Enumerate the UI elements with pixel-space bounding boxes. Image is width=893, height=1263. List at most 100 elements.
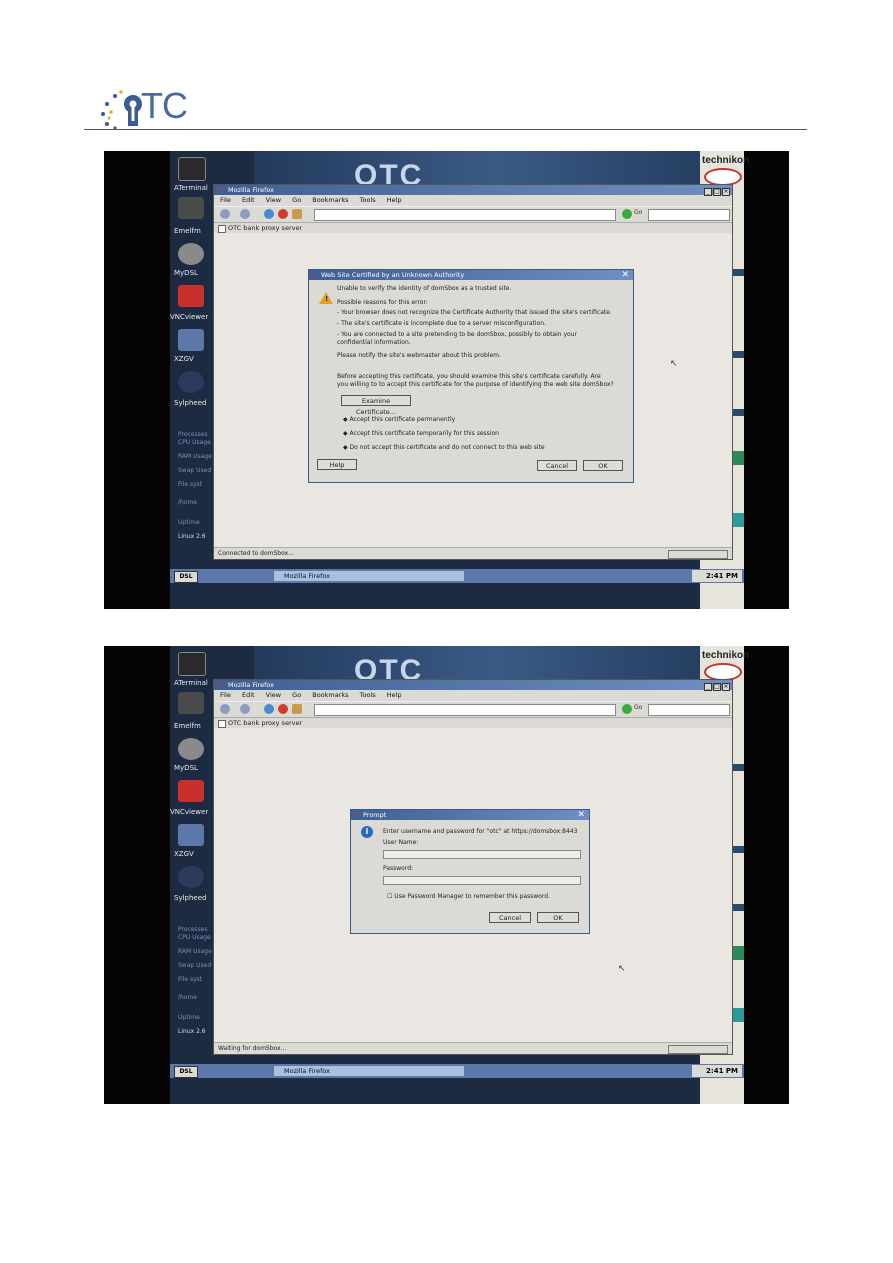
menu-bookmarks[interactable]: Bookmarks [312,196,348,204]
vnc-icon[interactable] [178,780,204,802]
window-title-bar[interactable]: ✕ Mozilla Firefox _ □ × [214,185,732,196]
progress-bar [668,550,728,559]
status-bar: Connected to domSbox... [214,547,732,559]
status-bar: Waiting for domSbox... [214,1042,732,1054]
back-icon[interactable] [220,704,230,714]
firefox-icon: ✕ [354,811,360,819]
menu-go[interactable]: Go [292,691,301,699]
menu-tools[interactable]: Tools [360,196,376,204]
dialog-text: - You are connected to a site pretending… [337,331,577,338]
menu-view[interactable]: View [266,196,281,204]
mail-client-icon[interactable] [178,866,204,888]
home-icon[interactable] [292,704,302,714]
menu-tools[interactable]: Tools [360,691,376,699]
vnc-icon[interactable] [178,285,204,307]
forward-icon[interactable] [240,704,250,714]
dialog-close-icon[interactable]: ✕ [621,270,629,280]
cancel-button[interactable]: Cancel [537,460,577,471]
dialog-text: you willing to to accept this certificat… [337,381,614,388]
desktop-icon-label: ATerminal [174,184,208,192]
desktop-icon-label: XZGV [174,355,194,363]
menu-help[interactable]: Help [387,691,402,699]
monitor-line: Processes [178,431,208,438]
tab-otc-bank-proxy[interactable]: OTC bank proxy server [214,718,732,728]
image-viewer-icon[interactable] [178,329,204,351]
radio-accept-session[interactable]: ◆ Accept this certificate temporarily fo… [343,430,499,437]
menu-edit[interactable]: Edit [242,196,255,204]
reload-icon[interactable] [264,704,274,714]
taskbar-clock: 2:41 PM [692,1065,742,1077]
menu-go[interactable]: Go [292,196,301,204]
navigation-toolbar: Go [214,206,732,223]
dialog-title-bar[interactable]: ✕ Web Site Certified by an Unknown Autho… [309,270,633,280]
prompt-message: Enter username and password for "otc" at… [383,828,578,835]
dialog-text: Before accepting this certificate, you s… [337,373,601,380]
progress-bar [668,1045,728,1054]
menu-file[interactable]: File [220,196,231,204]
gears-icon[interactable] [178,243,204,265]
dsl-start-button[interactable]: DSL [174,571,198,583]
right-panel-brand: technikon [702,650,750,661]
menu-view[interactable]: View [266,691,281,699]
reload-icon[interactable] [264,209,274,219]
forward-icon[interactable] [240,209,250,219]
menu-bookmarks[interactable]: Bookmarks [312,691,348,699]
monitor-line: Swap Used [178,467,212,474]
gears-icon[interactable] [178,738,204,760]
desktop-icon-label: XZGV [174,850,194,858]
username-label: User Name: [383,839,419,846]
file-manager-icon[interactable] [178,692,204,714]
mail-client-icon[interactable] [178,371,204,393]
monitor-line: Uptime [178,1014,200,1021]
image-viewer-icon[interactable] [178,824,204,846]
tab-otc-bank-proxy[interactable]: OTC bank proxy server [214,223,732,233]
monitor-line: CPU Usage [178,934,211,941]
menu-help[interactable]: Help [387,196,402,204]
examine-certificate-button[interactable]: Examine Certificate... [341,395,411,416]
terminal-icon[interactable] [178,157,206,181]
ok-button[interactable]: OK [583,460,623,471]
cancel-button[interactable]: Cancel [489,912,531,923]
stop-icon[interactable] [278,704,288,714]
terminal-icon[interactable] [178,652,206,676]
radio-accept-permanently[interactable]: ◆ Accept this certificate permanently [343,416,455,423]
mouse-cursor-icon: ↖ [618,964,626,974]
desktop-icon-label: VNCviewer [170,313,209,321]
taskbar-clock: 2:41 PM [692,570,742,582]
search-input[interactable] [648,209,730,221]
window-title: Mozilla Firefox [228,681,274,689]
url-input[interactable] [314,209,616,221]
desktop-icon-label: MyDSL [174,764,198,772]
menu-file[interactable]: File [220,691,231,699]
dialog-title: Web Site Certified by an Unknown Authori… [321,271,465,279]
go-icon[interactable] [622,209,632,219]
monitor-line: Processes [178,926,208,933]
monitor-line: RAM Usage [178,948,212,955]
file-manager-icon[interactable] [178,197,204,219]
taskbar: DSL Mozilla Firefox 2:41 PM [170,569,744,583]
remember-password-checkbox[interactable]: ☐ Use Password Manager to remember this … [387,893,550,900]
back-icon[interactable] [220,209,230,219]
dialog-title-bar[interactable]: ✕ Prompt ✕ [351,810,589,820]
radio-do-not-accept[interactable]: ◆ Do not accept this certificate and do … [343,444,545,451]
menu-edit[interactable]: Edit [242,691,255,699]
password-input[interactable] [383,876,581,885]
home-icon[interactable] [292,209,302,219]
firefox-icon: ✕ [217,681,223,689]
username-input[interactable] [383,850,581,859]
status-text: Waiting for domSbox... [218,1045,287,1052]
stop-icon[interactable] [278,209,288,219]
window-title-bar[interactable]: ✕ Mozilla Firefox _ □ × [214,680,732,691]
header-rule [84,129,807,130]
desktop-icon-label: ATerminal [174,679,208,687]
go-icon[interactable] [622,704,632,714]
dialog-text: Unable to verify the identity of domSbox… [337,285,512,292]
taskbar-firefox-item[interactable]: Mozilla Firefox [274,1066,464,1076]
dsl-start-button[interactable]: DSL [174,1066,198,1078]
ok-button[interactable]: OK [537,912,579,923]
help-button[interactable]: Help [317,459,357,470]
dialog-close-icon[interactable]: ✕ [577,810,585,820]
search-input[interactable] [648,704,730,716]
url-input[interactable] [314,704,616,716]
taskbar-firefox-item[interactable]: Mozilla Firefox [274,571,464,581]
